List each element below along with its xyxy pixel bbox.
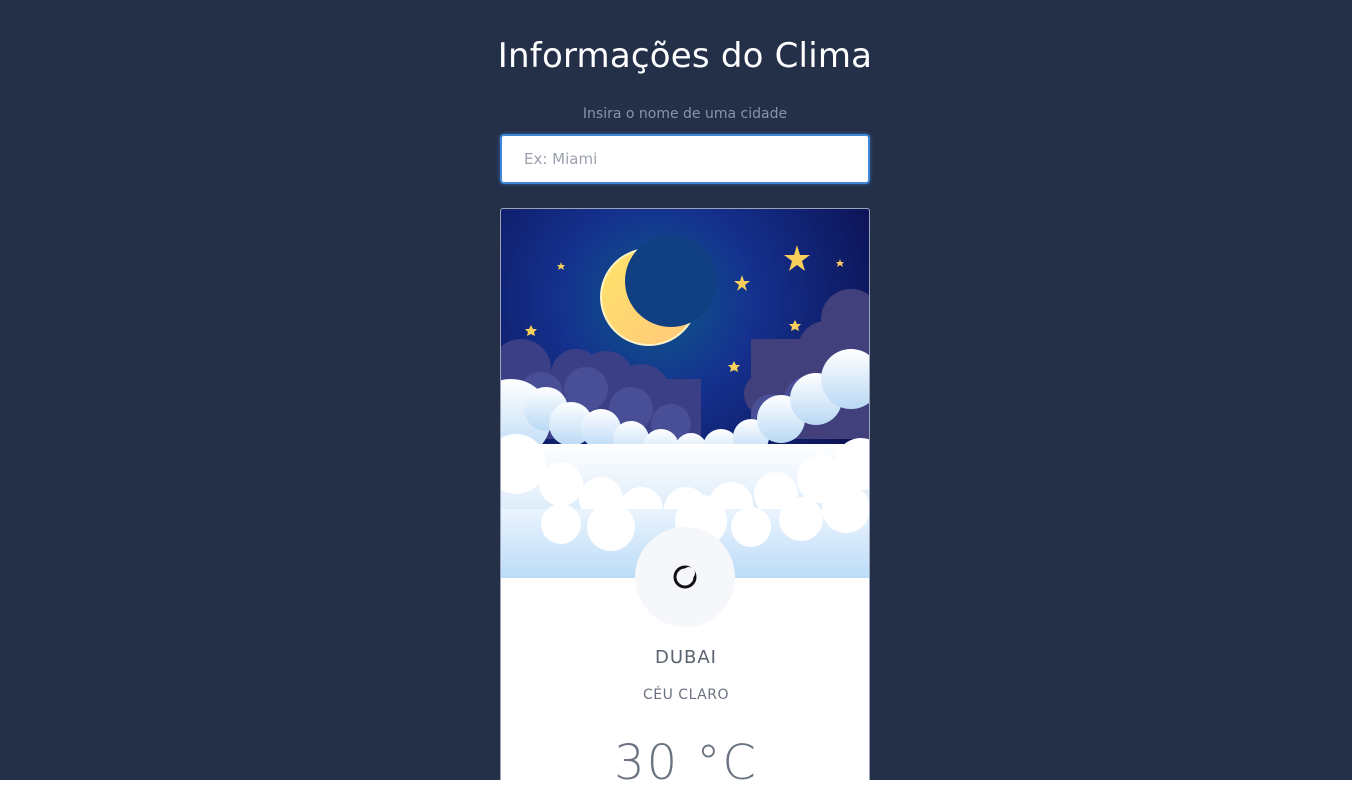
app-background: Informações do Clima Insira o nome de um… — [0, 0, 1352, 780]
city-search-input[interactable] — [500, 134, 870, 184]
night-sky-illustration — [501, 209, 869, 578]
page-title: Informações do Clima — [497, 36, 873, 76]
temperature: 30 °C — [614, 735, 758, 780]
weather-card: DUBAI CÉU CLARO 30 °C — [500, 208, 870, 780]
weather-condition: CÉU CLARO — [642, 687, 730, 703]
moon-icon — [673, 565, 697, 589]
weather-icon-container — [635, 527, 735, 627]
search-label: Insira o nome de uma cidade — [582, 106, 788, 122]
city-name: DUBAI — [654, 647, 717, 668]
